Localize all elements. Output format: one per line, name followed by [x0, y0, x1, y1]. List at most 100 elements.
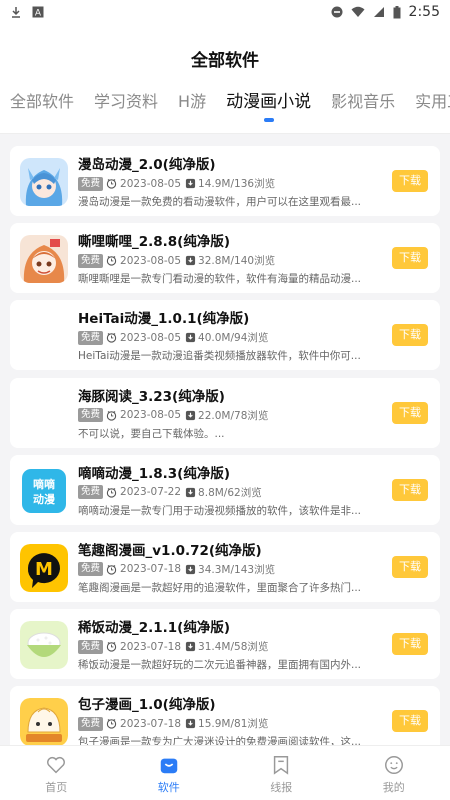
- tab-h-games[interactable]: H游: [178, 86, 206, 126]
- app-date: 2023-07-18: [120, 563, 182, 576]
- status-time: 2:55: [408, 4, 440, 20]
- app-title: 嘶哩嘶哩_2.8.8(纯净版): [78, 234, 231, 251]
- m-logo-icon: M: [20, 543, 68, 592]
- anime-girl-blue-icon: [20, 158, 68, 206]
- free-badge: 免费: [78, 485, 104, 500]
- app-meta: 免费 2023-07-18 15.9M/81浏览: [78, 716, 268, 731]
- download-button[interactable]: 下载: [392, 324, 428, 347]
- app-meta: 免费 2023-08-05 22.0M/78浏览: [78, 408, 268, 423]
- app-date: 2023-08-05: [120, 331, 182, 344]
- divider: [0, 133, 450, 134]
- rice-bowl-icon: [20, 621, 68, 670]
- download-count-icon: [185, 178, 196, 189]
- app-title: HeiTai动漫_1.0.1(纯净版): [78, 311, 250, 328]
- tab-utilities[interactable]: 实用工: [415, 86, 450, 126]
- clock-icon: [106, 410, 117, 421]
- list-item[interactable]: 稀饭动漫_2.1.1(纯净版) 免费 2023-07-18 31.4M/58浏览…: [10, 609, 440, 680]
- app-size-views: 22.0M/78浏览: [198, 409, 269, 422]
- app-size-views: 34.3M/143浏览: [198, 563, 276, 576]
- download-count-icon: [185, 719, 196, 729]
- download-count-icon: [185, 410, 196, 420]
- app-description: 稀饭动漫是一款超好玩的二次元追番神器，里面拥有国内外...: [78, 659, 362, 672]
- tab-video-music[interactable]: 影视音乐: [331, 86, 395, 126]
- free-badge: 免费: [78, 408, 104, 423]
- download-button[interactable]: 下载: [392, 170, 428, 192]
- app-date: 2023-08-05: [120, 177, 182, 190]
- status-bar: A 2:55: [0, 0, 450, 24]
- download-button[interactable]: 下载: [392, 555, 428, 578]
- app-size-views: 14.9M/136浏览: [198, 178, 276, 190]
- app-title: 笔趣阁漫画_v1.0.72(纯净版): [78, 542, 262, 559]
- free-badge: 免费: [78, 639, 104, 654]
- list-item[interactable]: 嘶哩嘶哩_2.8.8(纯净版) 免费 2023-08-05 32.8M/140浏…: [10, 223, 440, 294]
- heart-icon: [47, 756, 66, 774]
- app-meta: 免费 2023-07-18 31.4M/58浏览: [78, 639, 268, 654]
- didi-anime-icon: 嘀嘀 动漫: [20, 467, 68, 515]
- wifi-icon: [351, 6, 365, 17]
- download-button[interactable]: 下载: [392, 478, 428, 501]
- nav-mine[interactable]: 我的: [338, 746, 450, 800]
- app-size-views: 32.8M/140浏览: [198, 255, 276, 268]
- tab-study-materials[interactable]: 学习资料: [94, 86, 158, 126]
- app-title: 稀饭动漫_2.1.1(纯净版): [78, 620, 231, 637]
- app-list: 漫岛动漫_2.0(纯净版) 免费 2023-08-05 14.9M/136浏览 …: [10, 146, 440, 764]
- nav-news[interactable]: 线报: [225, 746, 338, 800]
- nav-software[interactable]: 软件: [113, 746, 226, 800]
- clock-icon: [106, 642, 117, 652]
- tab-anime-comics-novels[interactable]: 动漫画小说: [226, 86, 311, 126]
- clock-icon: [106, 256, 117, 266]
- svg-text:A: A: [35, 9, 42, 19]
- signal-icon: [373, 7, 384, 17]
- app-description: HeiTai动漫是一款动漫追番类视频播放器软件，软件中你可...: [78, 350, 361, 363]
- app-title: 漫岛动漫_2.0(纯净版): [78, 157, 216, 173]
- blank-app-icon: [20, 312, 68, 360]
- nav-label: 首页: [45, 781, 68, 794]
- download-button[interactable]: 下载: [392, 247, 428, 270]
- app-description: 漫岛动漫是一款免费的看动漫软件，用户可以在这里观看最...: [78, 196, 362, 208]
- app-date: 2023-07-18: [120, 717, 182, 730]
- app-size-views: 15.9M/81浏览: [198, 718, 269, 731]
- download-button[interactable]: 下载: [392, 633, 428, 656]
- free-badge: 免费: [78, 330, 104, 345]
- battery-icon: [393, 5, 401, 18]
- app-date: 2023-07-18: [120, 640, 182, 653]
- bag-icon: [160, 758, 177, 774]
- app-meta: 免费 2023-08-05 32.8M/140浏览: [78, 253, 275, 268]
- download-icon: [12, 7, 20, 18]
- download-button[interactable]: 下载: [392, 401, 428, 424]
- download-count-icon: [185, 256, 196, 266]
- app-title: 海豚阅读_3.23(纯净版): [78, 388, 225, 405]
- download-count-icon: [185, 564, 196, 575]
- download-button[interactable]: 下载: [392, 710, 428, 733]
- free-badge: 免费: [78, 253, 104, 268]
- download-count-icon: [185, 333, 196, 343]
- list-item[interactable]: 嘀嘀 动漫 嘀嘀动漫_1.8.3(纯净版) 免费 2023-07-22 8.8M…: [10, 454, 440, 525]
- clock-icon: [106, 333, 117, 344]
- list-item[interactable]: HeiTai动漫_1.0.1(纯净版) 免费 2023-08-05 40.0M/…: [10, 300, 440, 371]
- nav-home[interactable]: 首页: [0, 746, 113, 800]
- download-count-icon: [185, 642, 196, 652]
- app-size-views: 40.0M/94浏览: [198, 332, 269, 345]
- app-description: 不可以说，要自己下载体验。...: [78, 427, 225, 440]
- blank-app-icon: [20, 390, 68, 438]
- app-date: 2023-08-05: [120, 254, 182, 267]
- dnd-icon: [331, 6, 343, 18]
- nav-label: 线报: [270, 781, 293, 794]
- free-badge: 免费: [78, 716, 104, 731]
- download-count-icon: [185, 487, 196, 497]
- list-item[interactable]: 漫岛动漫_2.0(纯净版) 免费 2023-08-05 14.9M/136浏览 …: [10, 146, 440, 216]
- app-date: 2023-07-22: [120, 486, 182, 499]
- list-item[interactable]: M 笔趣阁漫画_v1.0.72(纯净版) 免费 2023-07-18 34.3M…: [10, 531, 440, 602]
- nav-label: 软件: [157, 781, 180, 794]
- list-item[interactable]: 海豚阅读_3.23(纯净版) 免费 2023-08-05 22.0M/78浏览 …: [10, 377, 440, 448]
- app-meta: 免费 2023-07-18 34.3M/143浏览: [78, 562, 275, 577]
- app-size-views: 8.8M/62浏览: [198, 486, 262, 499]
- bottom-nav: 首页 软件 线报 我的: [0, 745, 450, 800]
- didi-icon-text-1: 嘀嘀: [33, 477, 55, 491]
- tab-all-software[interactable]: 全部软件: [10, 86, 74, 126]
- header: 全部软件 全部软件 学习资料 H游 动漫画小说 影视音乐 实用工: [0, 24, 450, 134]
- app-meta: 免费 2023-07-22 8.8M/62浏览: [78, 485, 262, 500]
- clock-icon: [106, 719, 117, 729]
- anime-girl-orange-icon: [20, 235, 68, 284]
- smile-icon: [384, 756, 403, 774]
